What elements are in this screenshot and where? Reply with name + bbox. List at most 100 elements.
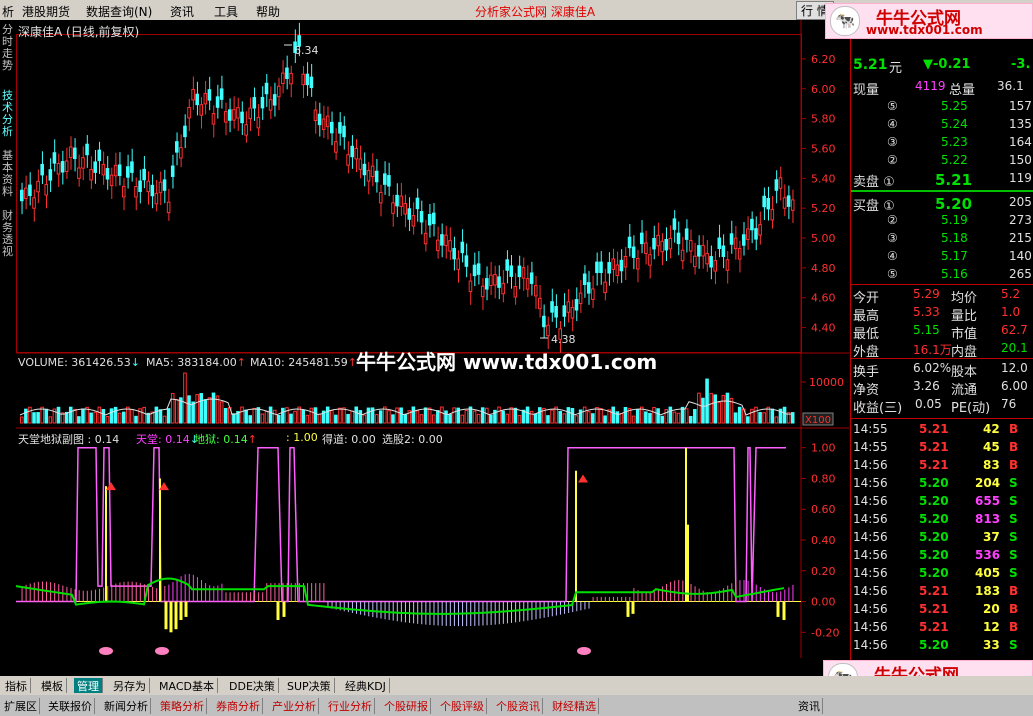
volume-bar <box>395 407 399 424</box>
volume-bar <box>660 415 664 424</box>
tab-financials[interactable]: 财务透视 <box>0 210 15 258</box>
menu-item-tools[interactable]: 工具 <box>214 3 238 20</box>
volume-bar <box>501 410 505 424</box>
candle <box>85 143 89 156</box>
tick-row: 14:56 5.20 204 S <box>853 476 1018 490</box>
candle <box>440 234 444 246</box>
indicator-tab[interactable]: 管理 <box>74 678 103 693</box>
info-tab[interactable]: 扩展区 <box>2 698 40 714</box>
info-tab[interactable]: 券商分析 <box>214 698 263 714</box>
info-tab[interactable]: 产业分析 <box>270 698 319 714</box>
candle <box>566 301 571 313</box>
candle <box>305 73 310 86</box>
volume-bar <box>652 406 656 424</box>
info-tab[interactable]: 策略分析 <box>158 698 207 714</box>
menu-item-data-query[interactable]: 数据查询(N) <box>86 3 152 20</box>
info-tab[interactable]: 个股资讯 <box>494 698 543 714</box>
menu-item-hk-futures[interactable]: 港股期货 <box>22 3 70 20</box>
menu-item-news[interactable]: 资讯 <box>170 3 194 20</box>
candle <box>546 324 550 337</box>
indicator-tab[interactable]: 另存为 <box>110 678 150 693</box>
indicator-tick-label: -0.20 <box>811 626 839 639</box>
volume-bar <box>517 414 522 424</box>
volume-bar <box>460 414 465 424</box>
volume-bar <box>558 411 563 424</box>
candle <box>248 107 252 120</box>
indicator-v4: : 1.00 <box>286 431 318 444</box>
menu-item-analysis[interactable]: 析 <box>2 3 14 20</box>
candle <box>391 202 395 214</box>
volume-bar <box>648 412 652 424</box>
candle <box>668 237 673 250</box>
tab-technical[interactable]: 技术分析 <box>0 90 15 138</box>
candle <box>489 274 493 287</box>
candle <box>207 89 212 101</box>
menu-item-help[interactable]: 帮助 <box>256 3 280 20</box>
info-tab[interactable]: 个股研报 <box>382 698 431 714</box>
candle <box>175 141 179 153</box>
candle <box>366 170 371 182</box>
volume-bar <box>688 415 693 424</box>
info-tab[interactable]: 新闻分析 <box>102 698 151 714</box>
indicator-tab[interactable]: 经典KDJ <box>342 678 390 693</box>
volume-bar <box>281 407 285 424</box>
candle <box>627 236 632 249</box>
indicator-tick-label: 0.40 <box>811 534 836 547</box>
volume-bar <box>105 415 110 424</box>
volume-bar <box>56 406 61 424</box>
candle <box>56 163 61 175</box>
candle <box>758 224 762 236</box>
candle <box>407 208 412 220</box>
tab-fundamentals[interactable]: 基本资料 <box>0 150 15 198</box>
candle <box>444 234 448 247</box>
volume-bar <box>358 410 363 424</box>
volume-bar <box>244 409 248 424</box>
chart-canvas[interactable]: 6.20 6.00 5.80 5.60 5.40 5.20 5.00 4.80 4.60 4.40… <box>16 20 849 658</box>
stat-row: 外盘 16.1万 内盘 20.1 <box>853 341 1028 360</box>
volume-bar <box>525 406 530 424</box>
info-tab[interactable]: 财经精选 <box>550 698 599 714</box>
indicator-tab[interactable]: 模板 <box>38 678 67 693</box>
indicator-tab[interactable]: SUP决策 <box>284 678 335 693</box>
candle <box>680 249 685 262</box>
chart-header: 深康佳A (日线,前复权) <box>18 25 140 39</box>
volume-bar <box>411 406 416 424</box>
info-tab[interactable]: 个股评级 <box>438 698 487 714</box>
candle <box>419 211 424 223</box>
candle <box>603 281 607 294</box>
candle <box>28 184 32 197</box>
info-tab[interactable]: 行业分析 <box>326 698 375 714</box>
indicator-tab[interactable]: 指标 <box>2 678 31 693</box>
window-title: 分析家公式网 深康佳A <box>475 5 596 19</box>
candle <box>733 237 738 250</box>
candle <box>138 180 142 192</box>
indicator-tick-label: 1.00 <box>811 442 836 455</box>
price-tick-label: 6.20 <box>811 53 836 66</box>
price-tick-label: 5.00 <box>811 232 836 245</box>
volume-bar <box>305 414 310 424</box>
volume-bar <box>754 406 758 424</box>
chart-area[interactable]: 6.20 6.00 5.80 5.60 5.40 5.20 5.00 4.80 4.60 4.40… <box>16 20 849 658</box>
tick-row: 14:56 5.21 183 B <box>853 584 1019 598</box>
indicator-tab[interactable]: MACD基本 <box>156 678 218 693</box>
stat-row: 净资 3.26 流通 6.00 <box>853 379 1028 398</box>
volume-bar <box>219 401 224 424</box>
info-tab[interactable]: 关联报价 <box>46 698 95 714</box>
center-watermark: 牛牛公式网 www.tdx001.com <box>356 350 658 374</box>
volume-bar <box>68 406 73 424</box>
candle <box>342 125 346 138</box>
volume-bar <box>599 408 603 424</box>
candle <box>611 258 616 270</box>
candle <box>370 165 375 178</box>
candle <box>36 180 40 193</box>
signal-arrow <box>106 482 116 491</box>
indicator-dedao: 得道: 0.00 <box>322 433 376 446</box>
volume-bar <box>325 406 330 424</box>
candle <box>256 116 261 129</box>
volume-bar <box>232 413 236 424</box>
candle <box>570 307 575 319</box>
indicator-tab[interactable]: DDE决策 <box>226 678 279 693</box>
tick-row: 14:56 5.20 655 S <box>853 494 1018 508</box>
news-button[interactable]: 资讯 <box>796 698 823 714</box>
tab-intraday[interactable]: 分时走势 <box>0 24 15 72</box>
